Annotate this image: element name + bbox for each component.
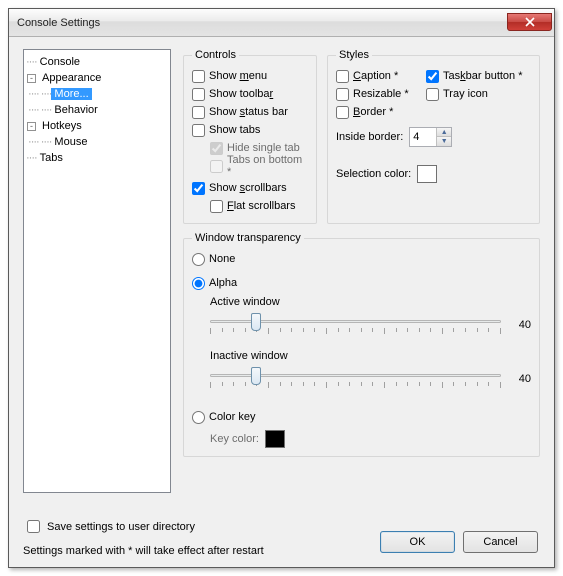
- settings-dialog: Console Settings ····Console -Appearance…: [8, 8, 555, 568]
- close-button[interactable]: [507, 13, 552, 31]
- inside-border-spinner[interactable]: ▲▼: [409, 127, 452, 147]
- colorkey-radio[interactable]: Color key: [192, 408, 531, 426]
- caption-checkbox[interactable]: Caption *: [336, 67, 420, 85]
- key-color-label: Key color:: [210, 433, 259, 445]
- tree-tabs[interactable]: Tabs: [37, 152, 66, 164]
- resizable-checkbox[interactable]: Resizable *: [336, 85, 420, 103]
- transparency-legend: Window transparency: [192, 232, 304, 244]
- window-title: Console Settings: [17, 17, 507, 29]
- inactive-window-value: 40: [511, 373, 531, 385]
- expand-icon[interactable]: -: [27, 122, 36, 131]
- titlebar: Console Settings: [9, 9, 554, 37]
- ok-button[interactable]: OK: [380, 531, 455, 553]
- show-statusbar-checkbox[interactable]: Show status bar: [192, 103, 308, 121]
- show-scrollbars-checkbox[interactable]: Show scrollbars: [192, 179, 308, 197]
- tree-mouse[interactable]: Mouse: [51, 136, 90, 148]
- tray-icon-checkbox[interactable]: Tray icon: [426, 85, 523, 103]
- tree-behavior[interactable]: Behavior: [51, 104, 100, 116]
- expand-icon[interactable]: -: [27, 74, 36, 83]
- transparency-group: Window transparency None Alpha Active wi…: [183, 232, 540, 457]
- flat-scrollbars-checkbox[interactable]: Flat scrollbars: [192, 197, 308, 215]
- taskbar-button-checkbox[interactable]: Taskbar button *: [426, 67, 523, 85]
- tree-appearance[interactable]: Appearance: [39, 72, 104, 84]
- border-checkbox[interactable]: Border *: [336, 103, 420, 121]
- active-window-value: 40: [511, 319, 531, 331]
- show-toolbar-checkbox[interactable]: Show toolbar: [192, 85, 308, 103]
- tree-console[interactable]: Console: [37, 56, 83, 68]
- key-color-swatch: [265, 430, 285, 448]
- controls-group: Controls Show menu Show toolbar Show sta…: [183, 49, 317, 224]
- show-menu-checkbox[interactable]: Show menu: [192, 67, 308, 85]
- styles-group: Styles Caption * Resizable * Border * Ta…: [327, 49, 540, 224]
- cancel-button[interactable]: Cancel: [463, 531, 538, 553]
- selection-color-swatch[interactable]: [417, 165, 437, 183]
- inside-border-label: Inside border:: [336, 131, 403, 143]
- active-window-slider[interactable]: [210, 310, 501, 340]
- alpha-radio[interactable]: Alpha: [192, 274, 531, 292]
- category-tree[interactable]: ····Console -Appearance ···· ····More...…: [23, 49, 171, 493]
- tree-more[interactable]: More...: [51, 88, 91, 100]
- controls-legend: Controls: [192, 49, 239, 61]
- selection-color-label: Selection color:: [336, 168, 411, 180]
- inside-border-input[interactable]: [410, 131, 436, 143]
- none-radio[interactable]: None: [192, 250, 531, 268]
- inactive-window-slider[interactable]: [210, 364, 501, 394]
- spin-up-icon[interactable]: ▲: [436, 128, 451, 137]
- styles-legend: Styles: [336, 49, 372, 61]
- active-window-label: Active window: [210, 296, 531, 308]
- tree-hotkeys[interactable]: Hotkeys: [39, 120, 85, 132]
- show-tabs-checkbox[interactable]: Show tabs: [192, 121, 308, 139]
- spin-down-icon[interactable]: ▼: [436, 137, 451, 146]
- tabs-bottom-checkbox: Tabs on bottom *: [192, 157, 308, 175]
